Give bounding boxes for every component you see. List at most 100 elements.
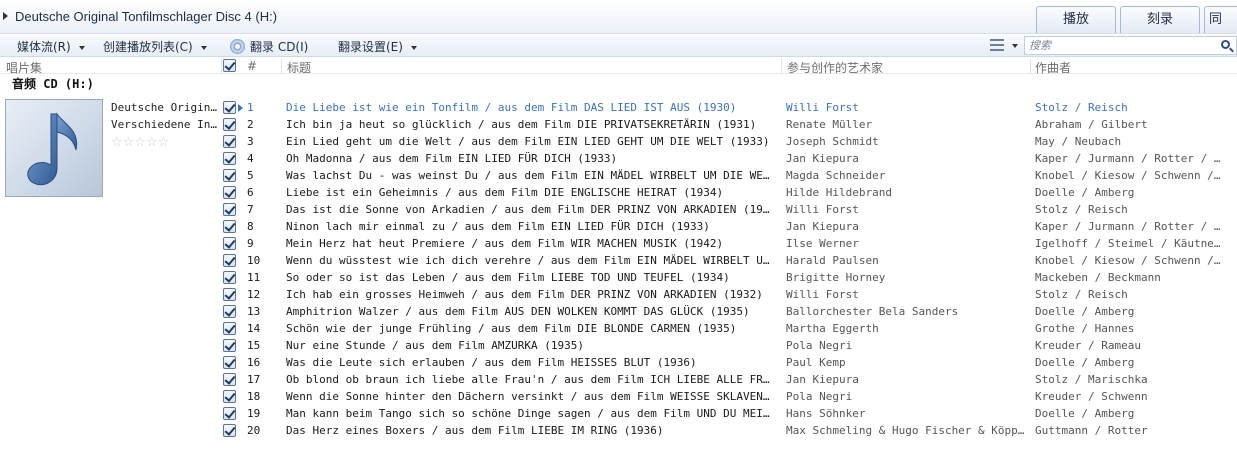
track-checkbox[interactable]: [223, 288, 236, 301]
track-row[interactable]: 10 Wenn du wüsstest wie ich dich verehre …: [0, 252, 1237, 269]
track-checkbox[interactable]: [223, 186, 236, 199]
track-checkbox[interactable]: [223, 373, 236, 386]
track-number: 8: [247, 220, 254, 233]
track-checkbox[interactable]: [223, 305, 236, 318]
search-input[interactable]: [1029, 38, 1209, 53]
track-number: 9: [247, 237, 254, 250]
track-title: Ein Lied geht um die Welt / aus dem Film…: [286, 135, 770, 148]
track-composer: Stolz / Reisch: [1035, 101, 1128, 114]
column-header-row: 唱片集 # 标题 参与创作的艺术家 作曲者: [0, 58, 1237, 76]
track-row[interactable]: 9 Mein Herz hat heut Premiere / aus dem F…: [0, 235, 1237, 252]
track-artist: Pola Negri: [786, 390, 853, 403]
track-artist: Jan Kiepura: [786, 220, 859, 233]
track-checkbox[interactable]: [223, 152, 236, 165]
track-row[interactable]: 12 Ich hab ein grosses Heimweh / aus dem …: [0, 286, 1237, 303]
track-title: Ob blond ob braun ich liebe alle Frau'n …: [286, 373, 776, 386]
track-title: Oh Madonna / aus dem Film EIN LIED FÜR D…: [286, 152, 618, 165]
track-artist: Hilde Hildebrand: [786, 186, 892, 199]
track-checkbox[interactable]: [223, 135, 236, 148]
track-number: 14: [247, 322, 261, 335]
tab-burn[interactable]: 刻录: [1120, 6, 1200, 33]
track-number: 6: [247, 186, 254, 199]
select-all-checkbox[interactable]: [223, 59, 236, 72]
track-artist: Magda Schneider: [786, 169, 886, 182]
track-title: Die Liebe ist wie ein Tonfilm / aus dem …: [286, 101, 737, 114]
group-title: 音频 CD (H:): [12, 77, 94, 91]
track-row[interactable]: 5 Was lachst Du - was weinst Du / aus dem…: [0, 167, 1237, 184]
track-checkbox[interactable]: [223, 390, 236, 403]
column-divider[interactable]: [781, 59, 782, 73]
rip-settings-button[interactable]: 翻录设置(E): [338, 38, 417, 55]
track-row[interactable]: 13 Amphitrion Walzer / aus dem Film AUS D…: [0, 303, 1237, 320]
track-row[interactable]: 17 Ob blond ob braun ich liebe alle Frau'…: [0, 371, 1237, 388]
column-header-artist[interactable]: 参与创作的艺术家: [787, 59, 883, 76]
track-number: 7: [247, 203, 254, 216]
track-row[interactable]: 8 Ninon lach mir einmal zu / aus dem Film…: [0, 218, 1237, 235]
track-number: 5: [247, 169, 254, 182]
chevron-down-icon: [200, 45, 207, 50]
track-artist: Jan Kiepura: [786, 152, 859, 165]
track-row[interactable]: 6 Liebe ist ein Geheimnis / aus dem Film …: [0, 184, 1237, 201]
track-checkbox[interactable]: [223, 118, 236, 131]
navigate-arrow-icon[interactable]: [3, 12, 8, 20]
track-row[interactable]: 11 So oder so ist das Leben / aus dem Fil…: [0, 269, 1237, 286]
column-header-composer[interactable]: 作曲者: [1035, 59, 1071, 76]
track-number: 16: [247, 356, 261, 369]
create-playlist-button[interactable]: 创建播放列表(C): [103, 38, 207, 55]
tab-play[interactable]: 播放: [1036, 6, 1116, 33]
column-divider[interactable]: [1030, 59, 1031, 73]
track-checkbox[interactable]: [223, 356, 236, 369]
cd-icon: [230, 39, 245, 54]
track-checkbox[interactable]: [223, 203, 236, 216]
track-checkbox[interactable]: [223, 271, 236, 284]
track-checkbox[interactable]: [223, 322, 236, 335]
search-icon[interactable]: [1221, 40, 1230, 49]
track-row[interactable]: 2 Ich bin ja heut so glücklich / aus dem …: [0, 116, 1237, 133]
track-checkbox[interactable]: [223, 254, 236, 267]
track-composer: Knobel / Kiesow / Schwenn / Stolz: [1035, 254, 1227, 267]
track-title: Was die Leute sich erlauben / aus dem Fi…: [286, 356, 697, 369]
track-checkbox[interactable]: [223, 424, 236, 437]
track-number: 15: [247, 339, 261, 352]
track-artist: Joseph Schmidt: [786, 135, 879, 148]
chevron-down-icon: [78, 45, 85, 50]
track-row[interactable]: 20 Das Herz eines Boxers / aus dem Film L…: [0, 422, 1237, 439]
stream-menu-button[interactable]: 媒体流(R): [17, 38, 85, 55]
track-checkbox[interactable]: [223, 237, 236, 250]
track-composer: Grothe / Hannes: [1035, 322, 1135, 335]
track-checkbox[interactable]: [223, 169, 236, 182]
track-row[interactable]: 1 Die Liebe ist wie ein Tonfilm / aus dem…: [0, 99, 1237, 116]
tab-sync[interactable]: 同: [1204, 6, 1237, 33]
breadcrumb-title[interactable]: Deutsche Original Tonfilmschlager Disc 4…: [15, 9, 277, 24]
column-header-number[interactable]: #: [247, 59, 257, 73]
track-number: 17: [247, 373, 261, 386]
column-header-title[interactable]: 标题: [287, 59, 311, 76]
chevron-down-icon[interactable]: [1012, 44, 1018, 48]
column-header-album[interactable]: 唱片集: [6, 59, 42, 76]
track-title: Man kann beim Tango sich so schöne Dinge…: [286, 407, 776, 420]
track-artist: Jan Kiepura: [786, 373, 859, 386]
track-artist: Pola Negri: [786, 339, 853, 352]
track-row[interactable]: 15 Nur eine Stunde / aus dem Film AMZURKA…: [0, 337, 1237, 354]
rip-cd-button[interactable]: 翻录 CD(I): [230, 38, 308, 55]
track-row[interactable]: 18 Wenn die Sonne hinter den Dächern vers…: [0, 388, 1237, 405]
track-row[interactable]: 4 Oh Madonna / aus dem Film EIN LIED FÜR …: [0, 150, 1237, 167]
track-row[interactable]: 3 Ein Lied geht um die Welt / aus dem Fil…: [0, 133, 1237, 150]
track-checkbox[interactable]: [223, 339, 236, 352]
track-checkbox[interactable]: [223, 101, 236, 114]
track-row[interactable]: 14 Schön wie der junge Frühling / aus dem…: [0, 320, 1237, 337]
track-title: Schön wie der junge Frühling / aus dem F…: [286, 322, 737, 335]
track-title: Mein Herz hat heut Premiere / aus dem Fi…: [286, 237, 724, 250]
track-checkbox[interactable]: [223, 220, 236, 233]
track-row[interactable]: 16 Was die Leute sich erlauben / aus dem …: [0, 354, 1237, 371]
track-number: 12: [247, 288, 261, 301]
track-checkbox[interactable]: [223, 407, 236, 420]
track-number: 19: [247, 407, 261, 420]
column-divider[interactable]: [221, 59, 222, 73]
track-row[interactable]: 19 Man kann beim Tango sich so schöne Din…: [0, 405, 1237, 422]
track-number: 18: [247, 390, 261, 403]
view-options-icon[interactable]: [990, 39, 1004, 51]
column-divider[interactable]: [281, 59, 282, 73]
track-row[interactable]: 7 Das ist die Sonne von Arkadien / aus de…: [0, 201, 1237, 218]
track-composer: Doelle / Amberg: [1035, 305, 1135, 318]
